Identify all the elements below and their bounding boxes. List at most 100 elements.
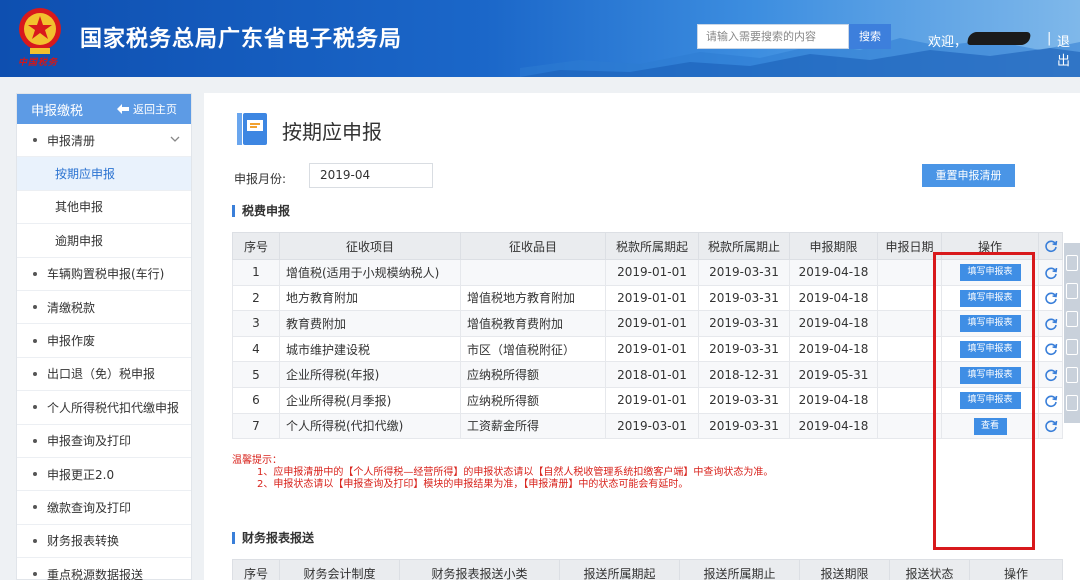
sidebar-item[interactable]: 出口退（免）税申报 xyxy=(17,358,191,392)
table-cell-sub: 增值税教育费附加 xyxy=(460,310,606,337)
sidebar-menu: 申报清册按期应申报其他申报逾期申报车辆购置税申报(车行) 清缴税款申报作废出口退（… xyxy=(17,124,191,580)
table-cell-start: 2019-01-01 xyxy=(605,335,699,363)
table-cell-date xyxy=(877,412,942,440)
table-cell-deadline: 2019-04-18 xyxy=(789,284,878,312)
table-cell-no: 3 xyxy=(232,310,280,337)
tip-line: 1、应申报清册中的【个人所得税—经营所得】的申报状态请以【自然人税收管理系统扣缴… xyxy=(257,467,774,478)
sidebar-item[interactable]: 清缴税款 xyxy=(17,291,191,325)
tool-icon[interactable] xyxy=(1066,339,1078,355)
refresh-icon xyxy=(1044,292,1057,305)
table-cell-sub: 增值税地方教育附加 xyxy=(460,284,606,312)
sidebar-item[interactable]: 个人所得税代扣代缴申报 xyxy=(17,391,191,425)
table-header-cell: 申报期限 xyxy=(789,232,878,260)
tool-icon[interactable] xyxy=(1066,395,1078,411)
table-cell-date xyxy=(877,310,942,337)
table-cell-deadline: 2019-04-18 xyxy=(789,310,878,337)
table-cell-end: 2019-03-31 xyxy=(698,386,790,414)
sidebar-item[interactable]: 重点税源数据报送 xyxy=(17,558,191,580)
tool-icon[interactable] xyxy=(1066,367,1078,383)
reset-declaration-list-button[interactable]: 重置申报清册 xyxy=(922,164,1015,187)
table-header-cell: 操作 xyxy=(969,559,1063,580)
table-cell-sub: 工资薪金所得 xyxy=(460,412,606,440)
sidebar-item[interactable]: 申报清册 xyxy=(17,124,191,158)
table-cell-deadline: 2019-04-18 xyxy=(789,335,878,363)
back-arrow-icon xyxy=(117,104,129,114)
table-cell-end: 2019-03-31 xyxy=(698,310,790,337)
bullet-dot xyxy=(33,338,37,343)
sidebar-item-label: 申报更正2.0 xyxy=(47,467,115,482)
sidebar-item[interactable]: 财务报表转换 xyxy=(17,525,191,559)
refresh-icon xyxy=(1044,395,1057,407)
search-input[interactable]: 请输入需要搜索的内容 xyxy=(697,24,849,49)
tool-icon[interactable] xyxy=(1066,311,1078,327)
row-refresh-cell[interactable] xyxy=(1038,284,1063,312)
table-cell-sub: 应纳税所得额 xyxy=(460,361,606,388)
sidebar-item-label: 清缴税款 xyxy=(47,300,96,315)
emblem-icon xyxy=(19,8,61,54)
bullet-dot xyxy=(33,472,37,477)
tool-icon[interactable] xyxy=(1066,283,1078,299)
table-cell-end: 2019-03-31 xyxy=(698,335,790,363)
table-header-cell: 报送所属期止 xyxy=(679,559,800,580)
bullet-dot xyxy=(33,405,37,410)
sidebar-item[interactable]: 缴款查询及打印 xyxy=(17,491,191,525)
refresh-header-cell[interactable] xyxy=(1038,232,1063,260)
sidebar-item-label: 出口退（免）税申报 xyxy=(47,367,156,382)
row-refresh-cell[interactable] xyxy=(1038,310,1063,337)
refresh-icon xyxy=(1044,369,1057,381)
table-cell-end: 2019-03-31 xyxy=(698,412,790,440)
table-header-cell: 财务会计制度 xyxy=(279,559,400,580)
sidebar-item-label: 车辆购置税申报(车行) xyxy=(47,267,165,282)
chevron-down-icon xyxy=(169,133,181,148)
month-label: 申报月份: xyxy=(234,172,287,186)
sidebar-item[interactable]: 逾期申报 xyxy=(17,224,191,258)
table-header-cell: 税款所属期止 xyxy=(698,232,790,260)
table-header-cell: 报送所属期起 xyxy=(559,559,680,580)
row-refresh-cell[interactable] xyxy=(1038,335,1063,363)
table-cell-start: 2019-01-01 xyxy=(605,310,699,337)
welcome-text: 欢迎， xyxy=(928,35,968,50)
refresh-icon xyxy=(1044,420,1057,433)
sidebar-item-label: 逾期申报 xyxy=(55,233,104,248)
sidebar-item-label: 申报作废 xyxy=(47,334,96,349)
finance-table-header: 序号 财务会计制度 财务报表报送小类 报送所属期起 报送所属期止 报送期限 报送状态 操作 xyxy=(232,559,1063,580)
bullet-dot xyxy=(33,572,37,577)
row-refresh-cell[interactable] xyxy=(1038,361,1063,388)
sidebar-item-label: 财务报表转换 xyxy=(47,534,120,549)
tip-line: 2、申报状态请以【申报查询及打印】模块的申报结果为准，【申报清册】中的状态可能会… xyxy=(257,479,689,490)
sidebar-item[interactable]: 按期应申报 xyxy=(17,157,191,191)
operation-highlight-box xyxy=(933,252,1035,550)
top-header: 中国税务 国家税务总局广东省电子税务局 请输入需要搜索的内容 搜索 欢迎， | … xyxy=(0,0,1080,77)
table-cell-end: 2019-03-31 xyxy=(698,284,790,312)
refresh-icon xyxy=(1044,267,1057,279)
table-header-cell: 序号 xyxy=(232,559,280,580)
sidebar-header: 申报缴税 返回主页 xyxy=(17,94,191,124)
bullet-dot xyxy=(33,505,37,510)
table-cell-deadline: 2019-04-18 xyxy=(789,259,878,286)
bullet-dot xyxy=(33,305,37,310)
table-cell-item: 企业所得税(年报) xyxy=(279,361,461,388)
search-button[interactable]: 搜索 xyxy=(849,24,891,49)
table-cell-no: 1 xyxy=(232,259,280,286)
tips-box: 温馨提示： 1、应申报清册中的【个人所得税—经营所得】的申报状态请以【自然人税收… xyxy=(232,455,773,491)
sidebar-item-label: 按期应申报 xyxy=(55,167,116,182)
sidebar-item-label: 个人所得税代扣代缴申报 xyxy=(47,400,180,415)
row-refresh-cell[interactable] xyxy=(1038,386,1063,414)
finance-section-title: 财务报表报送 xyxy=(232,532,314,544)
table-header-cell: 报送状态 xyxy=(889,559,970,580)
sidebar-item-label: 申报清册 xyxy=(47,133,96,148)
sidebar-item[interactable]: 申报作废 xyxy=(17,324,191,358)
row-refresh-cell[interactable] xyxy=(1038,412,1063,440)
row-refresh-cell[interactable] xyxy=(1038,259,1063,286)
logout-link[interactable]: 退出 xyxy=(1057,31,1080,69)
sidebar-item-label: 重点税源数据报送 xyxy=(47,567,144,580)
sidebar-item[interactable]: 申报查询及打印 xyxy=(17,425,191,458)
month-input[interactable]: 2019-04 xyxy=(309,163,433,188)
tool-icon[interactable] xyxy=(1066,255,1078,271)
redacted-username xyxy=(967,32,1031,45)
table-cell-start: 2019-01-01 xyxy=(605,386,699,414)
back-home-link[interactable]: 返回主页 xyxy=(117,101,177,117)
sidebar-item[interactable]: 申报更正2.0 xyxy=(17,458,191,492)
sidebar-item[interactable]: 其他申报 xyxy=(17,191,191,225)
sidebar-item[interactable]: 车辆购置税申报(车行) xyxy=(17,258,191,291)
